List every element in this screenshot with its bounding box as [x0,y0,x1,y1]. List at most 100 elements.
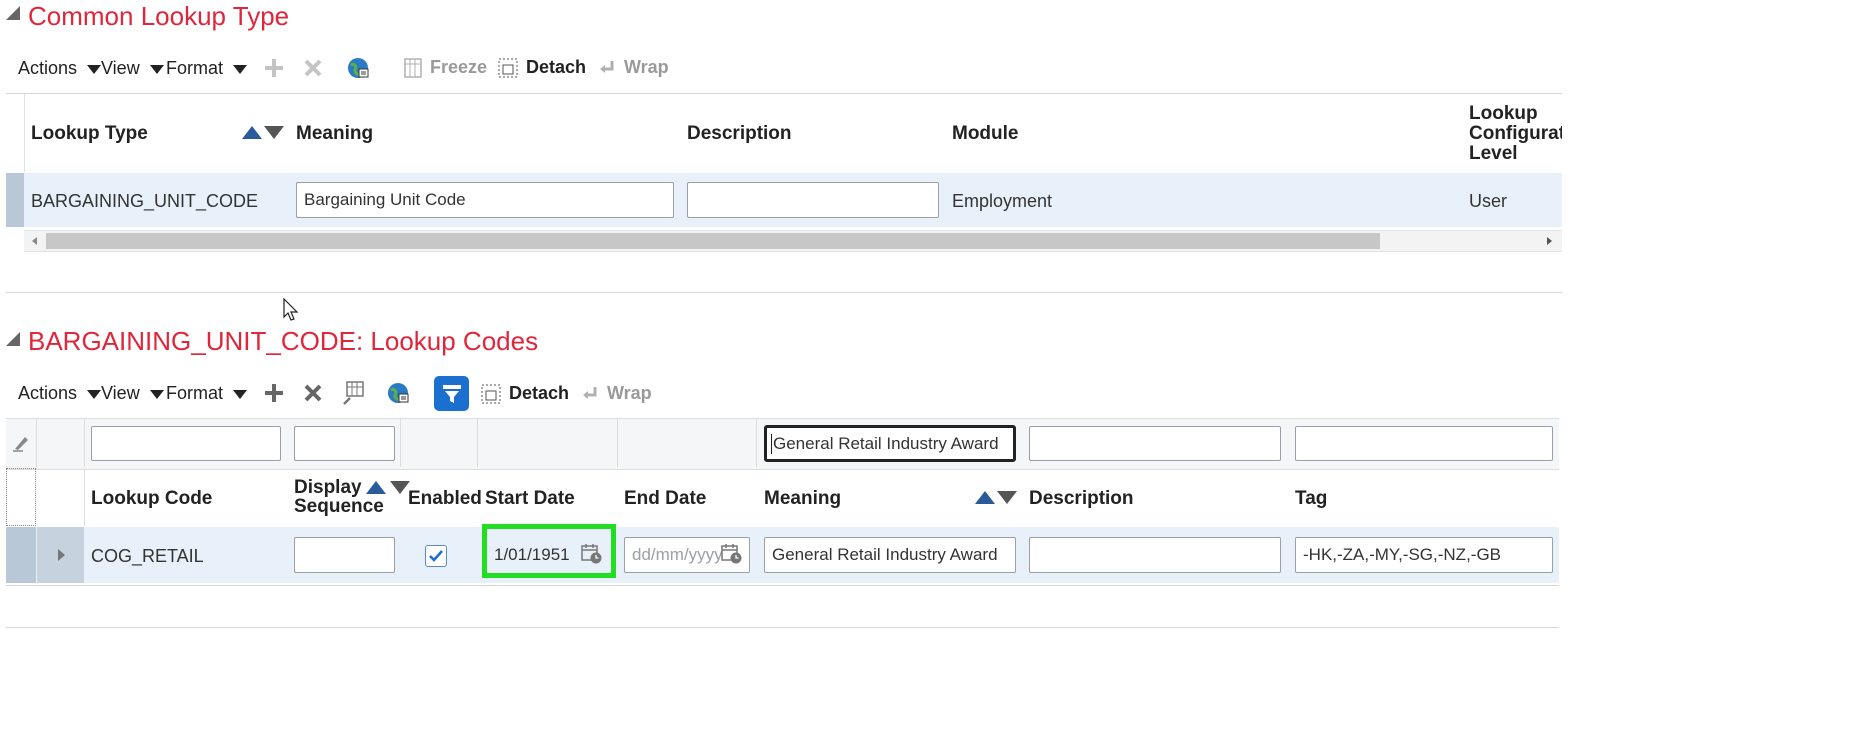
chevron-down-icon [149,65,164,74]
col-header-enabled[interactable]: Enabled [408,488,482,510]
delete-icon[interactable] [302,382,324,404]
col-header-meaning[interactable]: Meaning [296,123,373,145]
filter-meaning-value: General Retail Industry Award [771,433,999,454]
col-header-lookup-type[interactable]: Lookup Type [31,123,148,145]
format-menu[interactable]: Format [166,383,248,404]
row-selector[interactable] [6,173,24,227]
scroll-right-icon[interactable] [1544,236,1554,246]
tag-input[interactable]: -HK,-ZA,-MY,-SG,-NZ,-GB [1295,537,1553,573]
meaning-input[interactable]: General Retail Industry Award [764,537,1016,573]
meaning-input[interactable]: Bargaining Unit Code [296,182,674,218]
col-header-meaning[interactable]: Meaning [764,488,841,510]
chevron-down-icon [87,65,102,74]
filter-display-sequence-input[interactable] [294,426,395,461]
chevron-down-icon [233,65,248,74]
collapse-icon[interactable] [6,332,20,346]
format-label: Format [166,58,224,78]
wrap-icon [583,386,597,399]
col-header-display-line1: Display [294,477,362,498]
cell-config-level: User [1469,191,1508,211]
calendar-icon[interactable] [721,543,743,565]
freeze-button[interactable]: Freeze [404,57,487,78]
sort-descending-icon[interactable] [264,126,284,139]
col-header-config-level-line1: Lookup [1469,104,1538,124]
col-header-end-date[interactable]: End Date [624,488,706,510]
description-input[interactable] [687,182,939,218]
col-header-module[interactable]: Module [952,123,1019,145]
row-selector[interactable] [6,527,36,583]
col-header-description[interactable]: Description [687,123,792,145]
translate-globe-icon[interactable] [386,381,410,405]
collapse-icon[interactable] [6,6,20,20]
sort-control[interactable] [975,491,1017,504]
filter-col-divider [477,419,478,467]
sort-control[interactable] [242,126,284,139]
row-expander[interactable] [37,527,84,583]
actions-label: Actions [18,383,78,403]
mouse-cursor-icon [283,298,299,321]
filter-meaning-input[interactable]: General Retail Industry Award [764,425,1016,462]
actions-menu[interactable]: Actions [18,58,102,79]
expand-row-icon[interactable] [57,548,67,562]
scrollbar-thumb[interactable] [46,233,1380,249]
col-header-description[interactable]: Description [1029,488,1134,510]
add-icon[interactable] [263,57,285,79]
chevron-down-icon [233,390,248,399]
col-header-display-sequence[interactable]: Display Sequence [294,478,410,516]
col-header-config-level[interactable]: Lookup Configuratio Level [1469,104,1562,164]
col-header-start-date[interactable]: Start Date [485,488,575,510]
cell-module: Employment [952,191,1053,211]
view-label: View [101,58,140,78]
enabled-checkbox[interactable] [425,545,447,567]
sort-descending-icon[interactable] [997,491,1017,504]
cell-lookup-type: BARGAINING_UNIT_CODE [31,191,259,211]
add-icon[interactable] [263,382,285,404]
filter-lookup-code-input[interactable] [91,426,281,461]
filter-col-divider [756,419,757,467]
edit-table-icon[interactable] [341,380,365,406]
section-title-lookup-codes: BARGAINING_UNIT_CODE: Lookup Codes [28,326,539,356]
view-menu[interactable]: View [101,383,164,404]
display-sequence-input[interactable] [294,537,395,573]
tag-value: -HK,-ZA,-MY,-SG,-NZ,-GB [1303,545,1502,564]
checkmark-icon [429,550,443,562]
calendar-icon[interactable] [581,543,603,565]
sort-ascending-icon[interactable] [975,491,995,504]
view-label: View [101,383,140,403]
col-header-tag[interactable]: Tag [1295,488,1327,510]
detach-label: Detach [526,57,587,77]
header-detail-column [37,468,85,526]
freeze-label: Freeze [430,57,488,77]
view-menu[interactable]: View [101,58,164,79]
wrap-button[interactable]: Wrap [581,383,652,404]
sort-ascending-icon[interactable] [365,481,386,494]
wrap-button[interactable]: Wrap [598,57,669,78]
horizontal-scrollbar[interactable] [24,230,1562,252]
table-top-border [6,93,1562,94]
sort-ascending-icon[interactable] [242,126,262,139]
translate-globe-icon[interactable] [346,56,370,80]
clear-filter-icon[interactable] [12,434,30,452]
meaning-input-value: Bargaining Unit Code [304,190,466,209]
wrap-label: Wrap [624,57,669,77]
chevron-down-icon [87,390,102,399]
scroll-left-icon[interactable] [30,236,40,246]
format-label: Format [166,383,224,403]
sort-descending-icon[interactable] [389,481,410,494]
wrap-label: Wrap [607,383,652,403]
header-selector-column [6,94,25,172]
filter-tag-input[interactable] [1295,426,1553,461]
detach-button[interactable]: Detach [498,57,586,78]
col-header-lookup-code[interactable]: Lookup Code [91,488,212,510]
query-by-example-button[interactable] [434,376,469,411]
delete-icon[interactable] [302,57,324,79]
detach-button[interactable]: Detach [481,383,569,404]
filter-description-input[interactable] [1029,426,1281,461]
actions-label: Actions [18,58,78,78]
filter-col-divider [400,419,401,467]
filter-col-divider [36,419,37,467]
actions-menu[interactable]: Actions [18,383,102,404]
format-menu[interactable]: Format [166,58,248,79]
wrap-icon [600,60,614,73]
description-input[interactable] [1029,537,1281,573]
